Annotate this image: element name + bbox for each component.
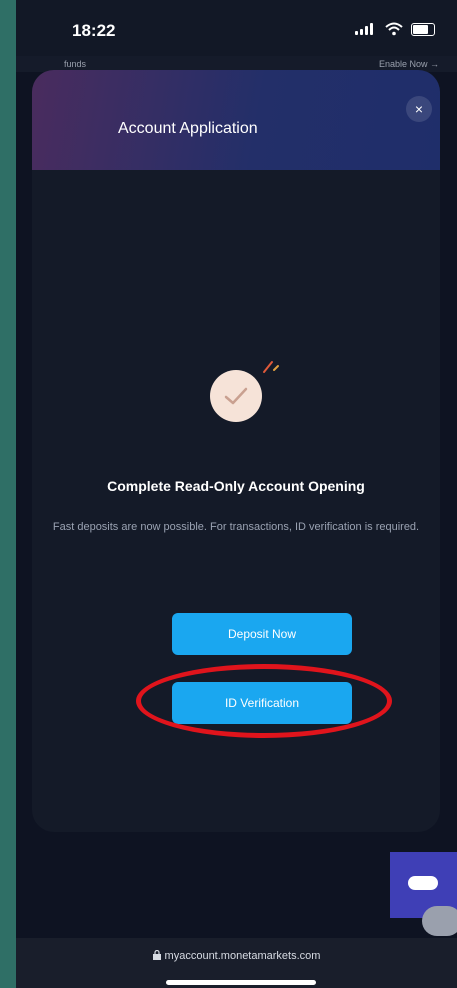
status-icons [355, 22, 435, 36]
success-title: Complete Read-Only Account Opening [107, 478, 365, 494]
enable-now-link[interactable]: Enable Now → [379, 59, 439, 69]
camera-icon[interactable] [422, 906, 457, 936]
modal-header: Account Application × [32, 70, 440, 170]
chat-icon [408, 876, 438, 890]
check-circle [210, 370, 262, 422]
url-text[interactable]: myaccount.monetamarkets.com [16, 949, 457, 962]
success-description: Fast deposits are now possible. For tran… [52, 521, 420, 533]
status-bar: 18:22 [16, 0, 457, 56]
browser-address-bar: myaccount.monetamarkets.com [16, 938, 457, 988]
banner-text: funds [64, 59, 87, 69]
home-indicator [166, 980, 316, 985]
phone-screen: 18:22 funds Enable Now → Account Applica… [16, 0, 457, 988]
url-label: myaccount.monetamarkets.com [164, 950, 321, 962]
cellular-signal-icon [355, 23, 377, 35]
account-application-modal: Account Application × Complete Read-Only… [32, 70, 440, 832]
wifi-icon [385, 22, 403, 36]
deposit-now-button[interactable]: Deposit Now [172, 613, 352, 655]
highlight-circle-annotation [136, 664, 392, 738]
lock-icon [152, 949, 161, 960]
modal-title: Account Application [118, 120, 258, 137]
sparkle-icon [263, 361, 279, 373]
battery-icon [411, 22, 435, 36]
status-time: 18:22 [72, 21, 116, 40]
check-icon [224, 387, 248, 405]
success-checkmark-icon [210, 361, 280, 424]
close-button[interactable]: × [406, 96, 432, 122]
